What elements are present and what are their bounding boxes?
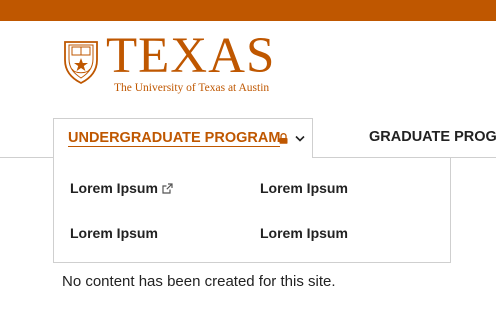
dropdown-item-label: Lorem Ipsum (70, 180, 158, 196)
ut-seal-icon (64, 41, 98, 84)
chevron-down-icon[interactable] (295, 135, 305, 142)
dropdown-item-label: Lorem Ipsum (260, 225, 348, 241)
texas-wordmark: TEXAS (106, 28, 276, 84)
top-brand-bar (0, 0, 496, 21)
external-link-icon (162, 183, 173, 194)
dropdown-item-1[interactable]: Lorem Ipsum (70, 180, 173, 196)
dropdown-item-4[interactable]: Lorem Ipsum (260, 225, 348, 241)
site-logo[interactable]: TEXAS The University of Texas at Austin (62, 31, 282, 98)
empty-content-message: No content has been created for this sit… (62, 273, 336, 290)
dropdown-item-label: Lorem Ipsum (70, 225, 158, 241)
nav-item-label: UNDERGRADUATE PROGRAM (68, 130, 281, 147)
nav-item-undergraduate-program[interactable]: UNDERGRADUATE PROGRAM (53, 118, 313, 158)
nav-item-graduate-program[interactable]: GRADUATE PROGR (369, 129, 496, 145)
dropdown-item-2[interactable]: Lorem Ipsum (260, 180, 348, 196)
dropdown-item-label: Lorem Ipsum (260, 180, 348, 196)
undergraduate-dropdown-menu: Lorem Ipsum Lorem Ipsum Lorem Ipsum Lore… (53, 157, 451, 263)
dropdown-item-3[interactable]: Lorem Ipsum (70, 225, 158, 241)
university-tagline: The University of Texas at Austin (114, 82, 270, 94)
lock-icon (279, 133, 288, 144)
